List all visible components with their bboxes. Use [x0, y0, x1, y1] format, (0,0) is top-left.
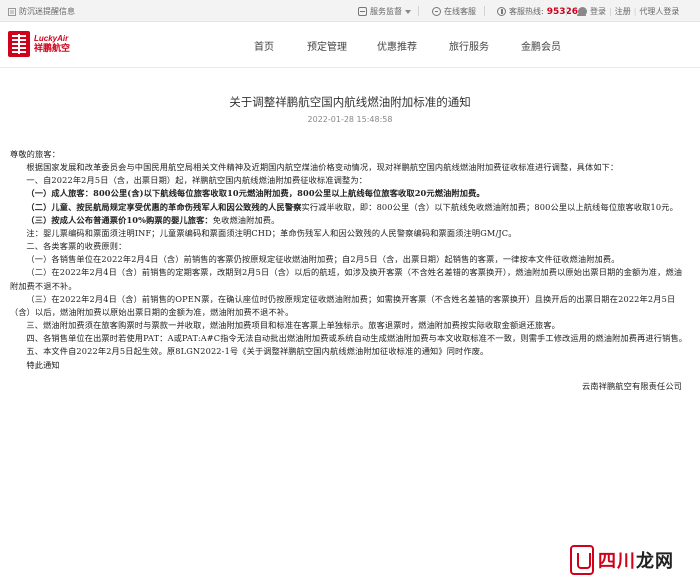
divider [566, 6, 567, 16]
section-4: 四、各销售单位在出票时若使用PAT：A或PAT:A#C指令无法自动批出燃油附加费… [26, 333, 688, 344]
nav-item-promotions[interactable]: 优惠推荐 [377, 38, 417, 53]
article-body: 尊敬的旅客： 根据国家发展和改革委员会与中国民用航空局相关文件精神及近期国内航空… [10, 148, 688, 393]
closing-line: 特此通知 [26, 359, 60, 370]
brand-logo[interactable]: LuckyAir 祥鹏航空 [8, 31, 70, 57]
register-link[interactable]: 注册 [615, 6, 631, 17]
section-2-item-3: （三）在2022年2月4日（含）前销售的OPEN票，在确认座位时仍按原规定征收燃… [10, 293, 676, 317]
online-service-label: 在线客服 [444, 7, 476, 16]
section-2-item-1: （一）各销售单位在2022年2月4日（含）前销售的客票仍按原规定征收燃油附加费；… [26, 254, 620, 265]
service-supervise-label: 服务监督 [370, 7, 402, 16]
section-1-infant-bold: （三）按成人公布普通票价10%购票的婴儿旅客： [26, 214, 213, 225]
login-link[interactable]: 登录 [590, 6, 606, 17]
nav-item-home[interactable]: 首页 [254, 38, 274, 53]
section-1-child-rest: 实行减半收取，即：800公里（含）以下航线免收燃油附加费；800公里以上航线每位… [301, 201, 678, 212]
section-2-heading: 二、各类客票的收费原则： [26, 241, 127, 252]
section-1-heading: 一、自2022年2月5日（含，出票日期）起，祥鹏航空国内航线燃油附加费征收标准调… [26, 175, 368, 186]
site-header: LuckyAir 祥鹏航空 首页 预定管理 优惠推荐 旅行服务 金鹏会员 [0, 22, 700, 68]
nav-item-booking[interactable]: 预定管理 [307, 38, 347, 53]
separator: | [633, 7, 637, 16]
logo-mark-icon [8, 31, 30, 57]
brand-name: LuckyAir 祥鹏航空 [34, 33, 71, 54]
separator: | [609, 7, 612, 16]
note-paragraph: 注：婴儿票编码和票面须注明INF；儿童票编码和票面须注明CHD；革命伤残军人和因… [26, 227, 517, 238]
watermark: 四川龙网 [570, 540, 698, 580]
hotline-number: 95326 [546, 6, 579, 17]
section-1-adult: （一）成人旅客：800公里(含)以下航线每位旅客收取10元燃油附加费，800公里… [26, 188, 485, 199]
section-1-infant: （三）按成人公布普通票价10%购票的婴儿旅客：免收燃油附加费。 [10, 214, 688, 227]
watermark-text-dark: 龙网 [636, 551, 674, 572]
nav-item-travel-service[interactable]: 旅行服务 [449, 38, 489, 53]
signature: 云南祥鹏航空有限责任公司 [581, 380, 682, 391]
divider [484, 6, 485, 16]
chevron-down-icon [405, 9, 411, 14]
checkbox-icon [8, 7, 16, 16]
service-supervise-menu[interactable]: 服务监督 [358, 6, 411, 17]
watermark-text-red: 四川 [598, 551, 636, 572]
anti-addiction-label: 防沉迷提醒信息 [19, 7, 75, 16]
chat-icon [432, 7, 441, 16]
section-3: 三、燃油附加费须在旅客购票时与票款一并收取，燃油附加费项目和标准在客票上单独标示… [26, 320, 560, 331]
watermark-logo-icon [570, 545, 594, 575]
section-1-child-bold: （二）儿童、按民航局规定享受优惠的革命伤残军人和因公致残的人民警察 [26, 201, 302, 212]
section-1-infant-rest: 免收燃油附加费。 [212, 214, 280, 225]
online-service-link[interactable]: 在线客服 [432, 6, 476, 17]
divider [418, 6, 419, 16]
nav-item-membership[interactable]: 金鹏会员 [521, 38, 561, 53]
agent-login-link[interactable]: 代理人登录 [639, 6, 679, 17]
phone-icon [497, 7, 506, 16]
section-5: 五、本文件自2022年2月5日起生效。原8LGN2022-1号《关于调整祥鹏航空… [26, 346, 489, 357]
intro-paragraph: 根据国家发展和改革委员会与中国民用航空局相关文件精神及近期国内航空煤油价格变动情… [26, 162, 619, 173]
top-utility-bar: 防沉迷提醒信息 服务监督 在线客服 客服热线: 95326 登录 | 注册 | … [0, 0, 700, 22]
anti-addiction-link[interactable]: 防沉迷提醒信息 [8, 6, 75, 17]
brand-name-cn: 祥鹏航空 [34, 43, 71, 54]
hotline-label: 客服热线: [509, 7, 544, 16]
publish-datetime: 2022-01-28 15:48:58 [307, 115, 393, 124]
section-2-item-2: （二）在2022年2月4日（含）前销售的定期客票，改期到2月5日（含）以后的航班… [10, 267, 683, 291]
greeting: 尊敬的旅客： [10, 149, 61, 159]
page-title: 关于调整祥鹏航空国内航线燃油附加标准的通知 [229, 95, 471, 109]
section-1-child: （二）儿童、按民航局规定享受优惠的革命伤残军人和因公致残的人民警察实行减半收取，… [10, 201, 688, 214]
user-icon [577, 7, 587, 16]
document-icon [358, 7, 367, 16]
brand-name-en: LuckyAir [34, 33, 69, 43]
watermark-text: 四川龙网 [598, 547, 674, 573]
account-links: 登录 | 注册 | 代理人登录 [577, 6, 679, 17]
